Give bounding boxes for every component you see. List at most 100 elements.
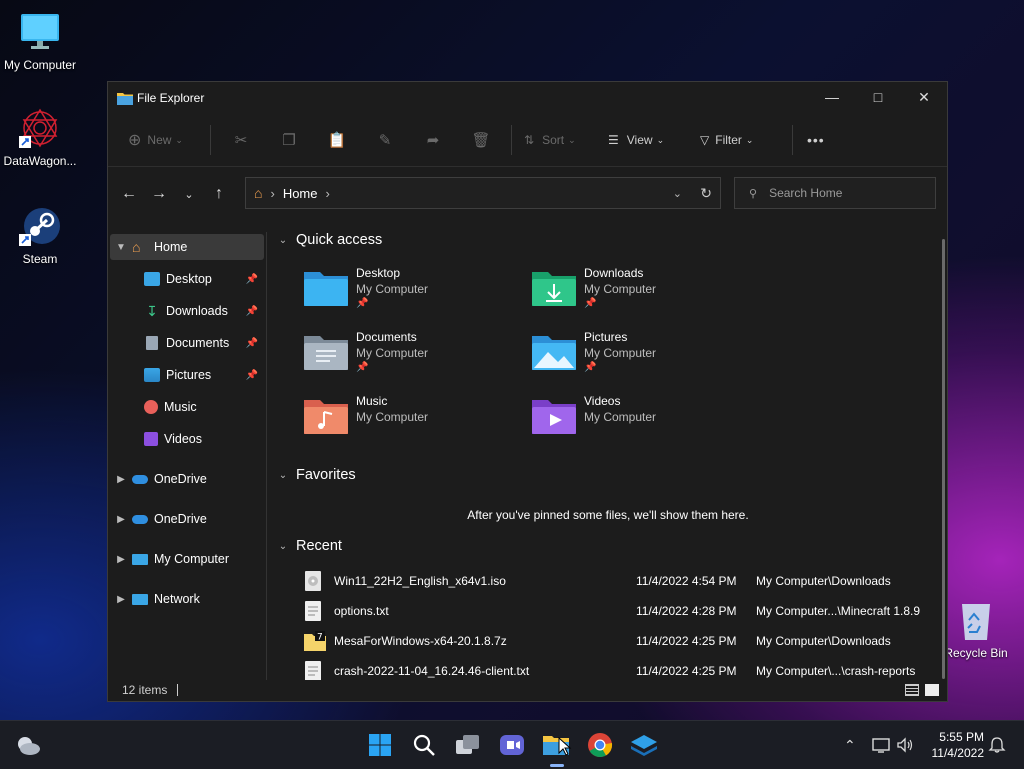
search-icon[interactable]	[408, 729, 440, 761]
favorites-header[interactable]: ⌄ Favorites	[276, 467, 356, 483]
quick-access-tile[interactable]: Videos My Computer	[532, 394, 752, 450]
video-icon	[144, 432, 158, 446]
quick-access-tile[interactable]: Desktop My Computer 📌	[304, 266, 524, 322]
forward-arrow-icon[interactable]: →	[144, 185, 174, 203]
nav-item-desktop[interactable]: Desktop 📌	[144, 266, 264, 292]
notification-bell-icon[interactable]	[988, 721, 1006, 769]
recent-file-row[interactable]: options.txt 11/4/2022 4:28 PM My Compute…	[304, 598, 938, 624]
start-windows-icon[interactable]	[364, 729, 396, 761]
chevron-down-icon: ⌄	[745, 134, 754, 145]
close-button[interactable]: ✕	[901, 82, 947, 112]
details-view-icon[interactable]	[905, 684, 919, 696]
vertical-scrollbar[interactable]	[942, 239, 945, 679]
nav-item-onedrive-2[interactable]: ▶ OneDrive	[110, 506, 264, 532]
chevron-right-icon[interactable]: ▶	[110, 514, 132, 525]
more-options-button[interactable]: •••	[807, 132, 825, 148]
refresh-icon[interactable]: ↻	[700, 185, 712, 202]
quick-access-tile[interactable]: Downloads My Computer 📌	[532, 266, 752, 322]
quick-access-header[interactable]: ⌄ Quick access	[276, 232, 382, 248]
minimize-button[interactable]: —	[809, 82, 855, 112]
desktop-icon-my-computer[interactable]: My Computer	[0, 10, 80, 72]
cut-icon[interactable]: ✂	[217, 124, 265, 156]
recent-locations-chevron-icon[interactable]: ⌄	[174, 188, 204, 201]
nav-item-music[interactable]: Music	[144, 394, 264, 420]
nav-item-my-computer[interactable]: ▶ My Computer	[110, 546, 264, 572]
quick-access-tile[interactable]: Documents My Computer 📌	[304, 330, 524, 386]
rename-icon[interactable]: ✎	[361, 124, 409, 156]
recent-file-row[interactable]: 7 MesaForWindows-x64-20.1.8.7z 11/4/2022…	[304, 628, 938, 654]
recycle-bin-icon	[954, 598, 998, 642]
maximize-button[interactable]: □	[855, 82, 901, 112]
recent-file-row[interactable]: crash-2022-11-04_16.24.46-client.txt 11/…	[304, 658, 938, 680]
title-bar[interactable]: File Explorer — □ ✕	[108, 82, 947, 114]
quick-access-tile[interactable]: Music My Computer	[304, 394, 524, 450]
pin-icon: 📌	[245, 305, 258, 317]
system-clock[interactable]: 5:55 PM 11/4/2022	[932, 729, 985, 761]
nav-item-network[interactable]: ▶ Network	[110, 586, 264, 612]
chevron-right-icon[interactable]: ▶	[110, 474, 132, 485]
pin-icon: 📌	[584, 362, 597, 373]
volume-icon[interactable]	[896, 721, 914, 769]
nav-item-pictures[interactable]: Pictures 📌	[144, 362, 264, 388]
teams-chat-icon[interactable]	[496, 729, 528, 761]
steam-icon	[18, 204, 62, 248]
chevron-right-icon[interactable]: ▶	[110, 554, 132, 565]
desktop-icon-steam[interactable]: Steam	[0, 204, 80, 266]
filter-button[interactable]: ▽ Filter ⌄	[694, 133, 778, 147]
datawagon-logo-icon	[18, 106, 62, 150]
downloads-folder-icon	[532, 270, 576, 306]
breadcrumb-home[interactable]: Home	[283, 186, 318, 201]
view-button[interactable]: ☰ View ⌄	[602, 133, 686, 147]
stack-app-icon[interactable]	[628, 729, 660, 761]
network-status-icon[interactable]	[872, 721, 890, 769]
delete-icon[interactable]: 🗑	[457, 124, 505, 156]
pictures-folder-icon	[532, 334, 576, 370]
plus-circle-icon: ⊕	[128, 132, 142, 149]
desktop-icon-recycle-bin[interactable]: Recycle Bin	[936, 598, 1016, 660]
chevron-down-icon: ⌄	[568, 134, 576, 145]
desktop-icon-datawagon[interactable]: DataWagon...	[0, 106, 80, 168]
weather-widget-icon[interactable]	[12, 729, 44, 761]
monitor-icon	[132, 553, 148, 565]
search-placeholder: Search Home	[769, 186, 843, 200]
text-file-icon	[304, 661, 322, 680]
chevron-down-icon[interactable]: ⌄	[276, 235, 290, 246]
recent-file-row[interactable]: Win11_22H2_English_x64v1.iso 11/4/2022 4…	[304, 568, 938, 594]
back-arrow-icon[interactable]: ←	[114, 185, 144, 203]
up-arrow-icon[interactable]: ↑	[204, 185, 234, 203]
share-icon[interactable]: ➦	[409, 124, 457, 156]
nav-item-downloads[interactable]: ↧ Downloads 📌	[144, 298, 264, 324]
quick-access-tile[interactable]: Pictures My Computer 📌	[532, 330, 752, 386]
nav-item-home[interactable]: ▼ ⌂ Home	[110, 234, 264, 260]
show-hidden-icons-chevron[interactable]: ⌃	[844, 721, 856, 769]
recent-header[interactable]: ⌄ Recent	[276, 538, 342, 554]
documents-folder-icon	[304, 334, 348, 370]
item-count: 12 items	[122, 683, 168, 697]
sort-button[interactable]: ⇅ Sort ⌄	[518, 133, 594, 147]
content-pane: ⌄ Quick access Desktop My Computer 📌 Dow…	[268, 232, 938, 680]
copy-icon[interactable]: ❐	[265, 124, 313, 156]
pin-icon: 📌	[584, 298, 597, 309]
clock-date: 11/4/2022	[931, 746, 985, 760]
chrome-icon[interactable]	[584, 729, 616, 761]
paste-icon[interactable]: 📋	[313, 124, 361, 156]
toolbar-separator	[210, 125, 211, 155]
nav-item-videos[interactable]: Videos	[144, 426, 264, 452]
chevron-right-icon[interactable]: ▶	[110, 594, 132, 605]
filter-icon: ▽	[700, 133, 710, 147]
task-view-icon[interactable]	[452, 729, 484, 761]
address-bar[interactable]: ⌂ › Home › ⌄ ↻	[245, 177, 721, 209]
nav-item-documents[interactable]: Documents 📌	[144, 330, 264, 356]
document-icon	[146, 336, 158, 350]
status-bar: 12 items	[108, 679, 947, 701]
nav-item-onedrive[interactable]: ▶ OneDrive	[110, 466, 264, 492]
chevron-down-icon[interactable]: ⌄	[276, 470, 290, 481]
address-dropdown-icon[interactable]: ⌄	[673, 187, 682, 200]
tiles-view-icon[interactable]	[925, 684, 939, 696]
music-note-icon	[144, 400, 158, 414]
chevron-down-icon[interactable]: ▼	[110, 242, 132, 253]
search-box[interactable]: ⚲ Search Home	[734, 177, 936, 209]
new-button[interactable]: ⊕ New ⌄	[120, 130, 196, 150]
chevron-down-icon[interactable]: ⌄	[276, 541, 290, 552]
text-file-icon	[304, 601, 322, 621]
